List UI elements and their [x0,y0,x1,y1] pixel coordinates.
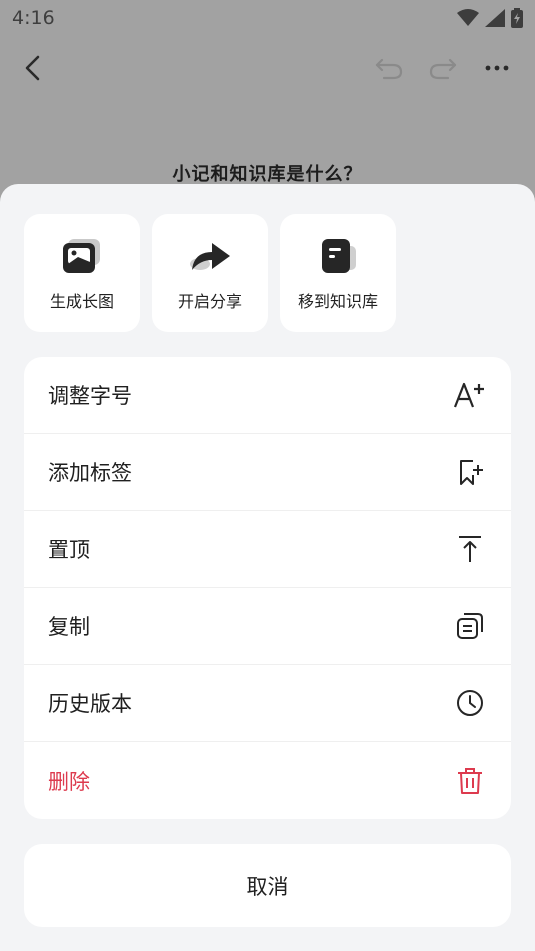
quick-actions-row: 生成长图 开启分享 移到知识库 [24,214,396,332]
status-time: 4:16 [12,7,55,29]
action-menu: 调整字号 添加标签 置顶 复制 历史版本 删除 [24,357,511,819]
menu-item-label: 复制 [48,615,90,639]
enable-share-button[interactable]: 开启分享 [152,214,268,332]
menu-item-history-version[interactable]: 历史版本 [24,665,511,742]
action-bottom-sheet: 生成长图 开启分享 移到知识库 调整字号 添加标签 置顶 复制 历史版本 删除 … [0,184,535,951]
menu-item-label: 添加标签 [48,461,132,485]
copy-icon [453,609,487,643]
back-arrow-icon[interactable] [18,52,50,84]
redo-icon[interactable] [426,52,460,84]
menu-item-label: 调整字号 [48,384,132,408]
generate-long-image-button[interactable]: 生成长图 [24,214,140,332]
menu-item-label: 置顶 [48,538,90,562]
quick-action-label: 生成长图 [49,292,114,311]
menu-item-delete[interactable]: 删除 [24,742,511,819]
share-icon [188,236,232,276]
battery-icon [511,8,523,28]
menu-item-label: 删除 [48,769,90,794]
knowledge-base-icon [316,236,360,276]
cancel-button[interactable]: 取消 [24,844,511,927]
delete-icon [453,764,487,798]
quick-action-label: 移到知识库 [297,292,378,311]
menu-item-font-size[interactable]: 调整字号 [24,357,511,434]
undo-icon[interactable] [372,52,406,84]
quick-action-label: 开启分享 [177,292,242,311]
top-bar [0,44,535,92]
menu-item-copy[interactable]: 复制 [24,588,511,665]
wifi-icon [457,9,479,26]
add-tag-icon [453,455,487,489]
menu-item-label: 历史版本 [48,692,132,716]
more-options-icon[interactable] [480,52,514,84]
font-size-icon [453,378,487,412]
status-icons [457,8,523,28]
pin-top-icon [453,532,487,566]
image-icon [60,236,104,276]
status-bar: 4:16 [0,0,535,36]
menu-item-add-tag[interactable]: 添加标签 [24,434,511,511]
document-title: 小记和知识库是什么？ [172,164,363,185]
menu-item-pin-top[interactable]: 置顶 [24,511,511,588]
signal-icon [485,9,505,27]
move-to-knowledge-base-button[interactable]: 移到知识库 [280,214,396,332]
history-icon [453,686,487,720]
